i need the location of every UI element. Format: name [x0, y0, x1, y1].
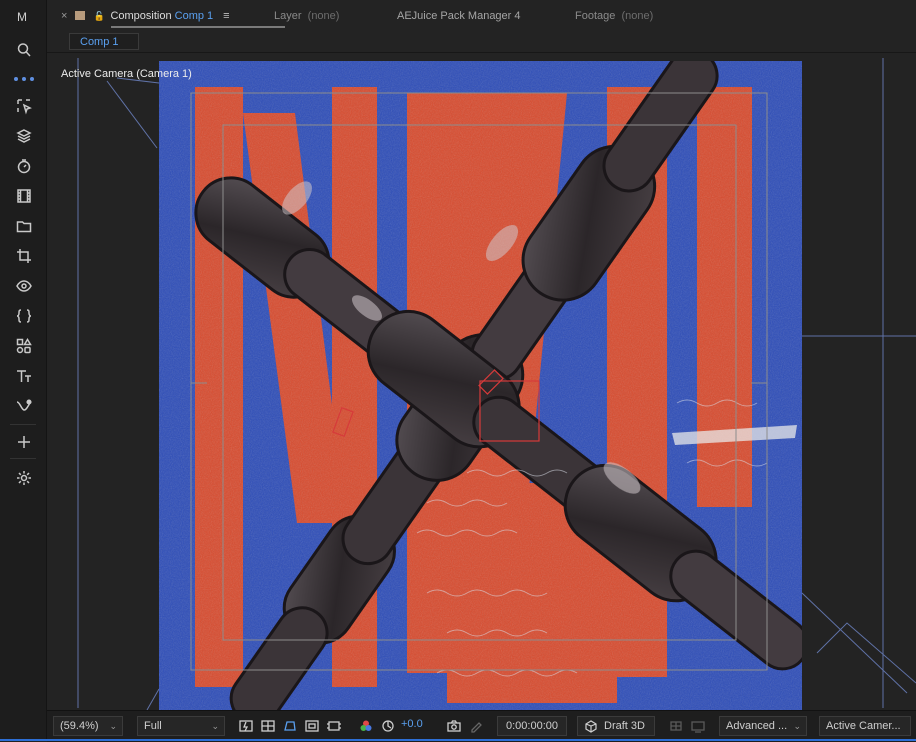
show-snapshot-icon[interactable] — [467, 717, 485, 735]
exposure-value[interactable]: +0.0 — [401, 718, 423, 730]
timecode-value: 0:00:00:00 — [506, 720, 558, 732]
advanced-3d-dropdown[interactable]: Advanced ... ⌄ — [719, 716, 807, 736]
toolbar-divider — [10, 458, 36, 459]
draft-3d-icon — [585, 720, 597, 733]
camera-view-dropdown[interactable]: Active Camer... — [819, 716, 911, 736]
film-icon[interactable] — [10, 184, 38, 208]
shapes-icon[interactable] — [10, 334, 38, 358]
workspace-menu-button[interactable]: M — [8, 6, 36, 28]
transparency-grid-icon[interactable] — [259, 717, 277, 735]
pen-curve-icon[interactable] — [10, 394, 38, 418]
mask-visibility-icon[interactable] — [281, 717, 299, 735]
channels-icon[interactable] — [357, 717, 375, 735]
advanced-label: Advanced ... — [726, 720, 788, 732]
text-tool-icon[interactable] — [10, 364, 38, 388]
3d-ground-plane-icon[interactable] — [667, 717, 685, 735]
left-toolbar: M — [0, 0, 47, 741]
chevron-down-icon: ⌄ — [109, 721, 117, 731]
snapshot-camera-icon[interactable] — [445, 717, 463, 735]
magnification-dropdown[interactable]: (59.4%) ⌄ — [53, 716, 123, 736]
toolbar-divider — [10, 424, 36, 425]
comp-color-swatch-icon — [75, 11, 86, 20]
eye-icon[interactable] — [10, 274, 38, 298]
active-tab-indicator — [111, 26, 285, 28]
folder-icon[interactable] — [10, 214, 38, 238]
braces-icon[interactable] — [10, 304, 38, 328]
renderer-button[interactable]: Draft 3D — [577, 716, 655, 736]
tab-composition-comp-name[interactable]: Comp 1 — [175, 10, 214, 22]
tab-composition-label: Composition — [110, 10, 172, 22]
close-tab-icon[interactable]: × — [61, 10, 67, 22]
region-of-interest-icon[interactable] — [303, 717, 321, 735]
tab-composition[interactable]: × 🔓 Composition Comp 1 ≡ — [61, 10, 230, 22]
tab-layer-suffix: (none) — [307, 10, 340, 22]
settings-icon[interactable] — [10, 466, 38, 490]
comp-subtab[interactable]: Comp 1 — [69, 33, 139, 50]
guides-grid-icon[interactable] — [325, 717, 343, 735]
panel-menu-icon[interactable]: ≡ — [223, 10, 229, 22]
toolbar-more-dots[interactable] — [14, 77, 38, 83]
selection-tool-icon[interactable] — [10, 94, 38, 118]
tab-footage-suffix: (none) — [621, 10, 654, 22]
tab-footage-label: Footage — [575, 10, 616, 22]
resolution-dropdown[interactable]: Full ⌄ — [137, 716, 225, 736]
tab-layer[interactable]: Layer (none) — [274, 10, 339, 22]
layers-icon[interactable] — [10, 124, 38, 148]
current-time-field[interactable]: 0:00:00:00 — [497, 716, 567, 736]
tab-layer-label: Layer — [274, 10, 302, 22]
extended-viewer-icon[interactable] — [689, 717, 707, 735]
tab-footage[interactable]: Footage (none) — [575, 10, 653, 22]
active-camera-label: Active Camera (Camera 1) — [61, 68, 192, 80]
resolution-value: Full — [144, 720, 162, 732]
composition-viewer[interactable]: Active Camera (Camera 1) — [47, 53, 916, 710]
fast-previews-icon[interactable] — [237, 717, 255, 735]
camera-view-label: Active Camer... — [826, 720, 901, 732]
chevron-down-icon: ⌄ — [211, 721, 219, 731]
exposure-reset-icon[interactable] — [379, 717, 397, 735]
plus-icon[interactable] — [10, 430, 38, 454]
renderer-label: Draft 3D — [604, 720, 645, 732]
chevron-down-icon: ⌄ — [793, 721, 801, 731]
crop-icon[interactable] — [10, 244, 38, 268]
panel-tab-bar: × 🔓 Composition Comp 1 ≡ Layer (none) AEJui… — [47, 0, 916, 34]
timer-icon[interactable] — [10, 154, 38, 178]
lock-icon[interactable]: 🔓 — [93, 11, 104, 22]
tab-aejuice-pack-manager[interactable]: AEJuice Pack Manager 4 — [397, 10, 521, 22]
magnification-value: (59.4%) — [60, 720, 99, 732]
tab-aejuice-label: AEJuice Pack Manager 4 — [397, 10, 521, 22]
search-icon[interactable] — [10, 38, 38, 62]
viewer-bottom-bar: (59.4%) ⌄ Full ⌄ +0.0 0:00:00:00 Draft 3D — [47, 710, 916, 742]
composition-canvas — [77, 58, 916, 710]
